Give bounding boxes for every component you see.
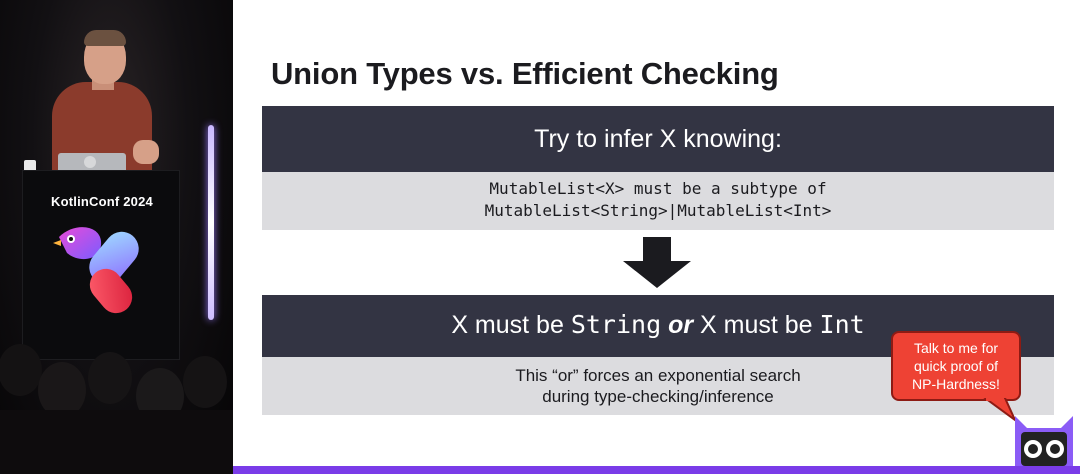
speech-bubble-line-1: Talk to me for xyxy=(913,340,999,356)
stage-camera-view: KotlinConf 2024 xyxy=(0,0,233,474)
stage-light-bar xyxy=(208,125,214,320)
infer-box: Try to infer X knowing: MutableList<X> m… xyxy=(262,106,1054,230)
speech-bubble-line-3: NP-Hardness! xyxy=(912,376,1000,392)
kotlinconf-logo-icon xyxy=(53,227,139,314)
infer-box-line-2: MutableList<String>|MutableList<Int> xyxy=(484,201,832,220)
audience-silhouettes xyxy=(0,344,233,474)
speech-bubble: Talk to me for quick proof of NP-Hardnes… xyxy=(891,331,1021,401)
result-heading-type-string: String xyxy=(570,310,662,339)
laptop xyxy=(58,153,126,171)
result-heading-part-1: X must be xyxy=(451,311,571,339)
infer-box-heading: Try to infer X knowing: xyxy=(262,106,1054,172)
result-heading-part-2: X must be xyxy=(693,311,820,339)
apple-logo-icon xyxy=(84,156,96,168)
result-heading-type-int: Int xyxy=(819,310,865,339)
speaker-hand xyxy=(133,140,159,164)
presentation-slide: Union Types vs. Efficient Checking Try t… xyxy=(233,0,1080,474)
podium-label: KotlinConf 2024 xyxy=(51,194,153,209)
infer-box-body: MutableList<X> must be a subtype of Muta… xyxy=(262,172,1054,230)
result-heading-or: or xyxy=(668,311,694,339)
speaker-hair xyxy=(84,30,126,46)
slide-title: Union Types vs. Efficient Checking xyxy=(271,56,779,91)
infer-box-line-1: MutableList<X> must be a subtype of xyxy=(489,179,827,198)
down-arrow-icon xyxy=(623,237,691,288)
accent-bottom-bar xyxy=(233,466,1080,474)
speech-bubble-line-2: quick proof of xyxy=(913,358,999,374)
